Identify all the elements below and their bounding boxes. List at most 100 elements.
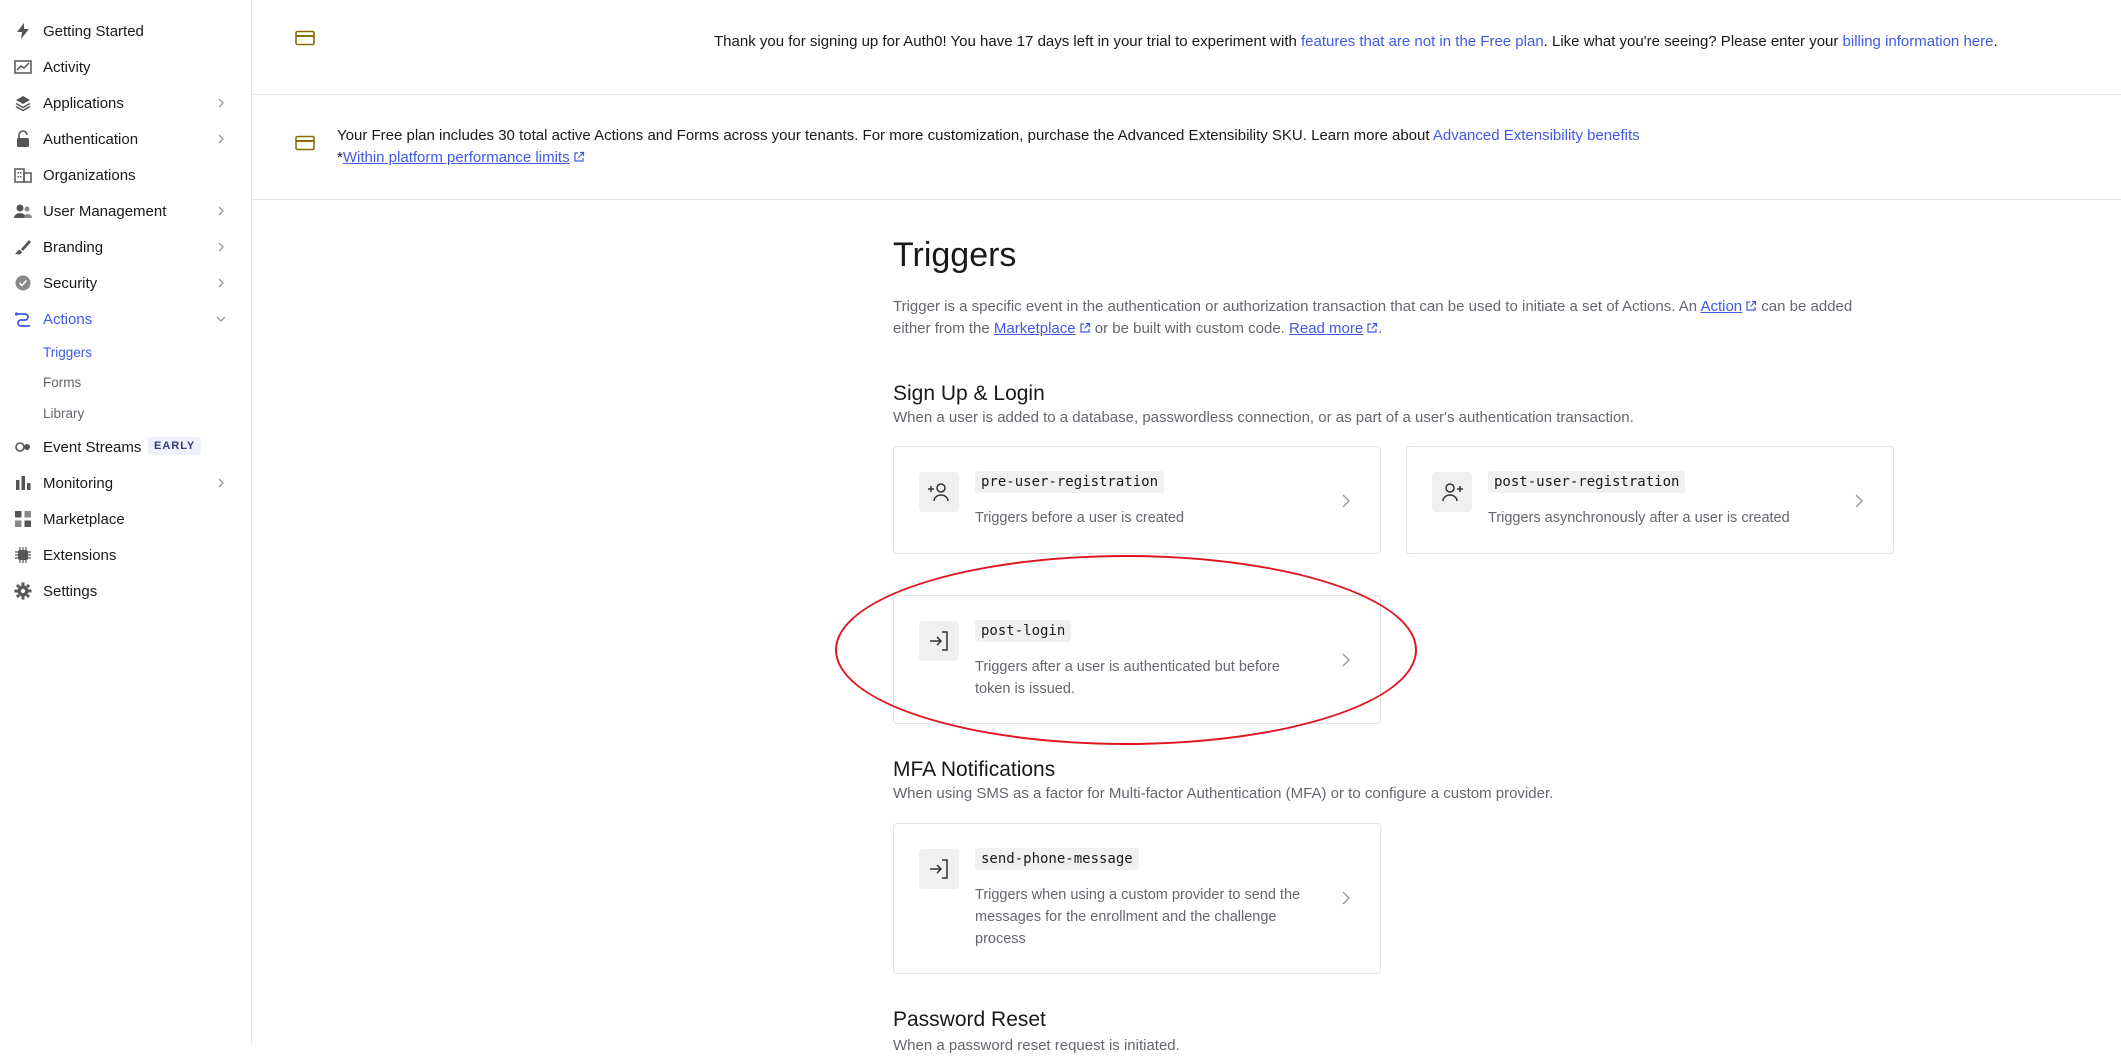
- trigger-card-post-login[interactable]: post-login Triggers after a user is auth…: [893, 595, 1381, 724]
- desc-text: can be added: [1757, 298, 1853, 315]
- page-description: Trigger is a specific event in the authe…: [893, 296, 1852, 340]
- layers-icon: [15, 96, 31, 112]
- login-icon: [919, 849, 959, 889]
- activity-chart-icon: [14, 60, 32, 74]
- desc-text: or be built with custom code.: [1090, 320, 1290, 337]
- trigger-name: pre-user-registration: [975, 471, 1165, 493]
- early-badge: EARLY: [148, 437, 202, 455]
- chevron-right-icon: [218, 98, 224, 108]
- sidebar: Getting Started Activity Applications Au…: [0, 0, 252, 1044]
- desc-text: either from the: [893, 320, 994, 337]
- trigger-description: Triggers asynchronously after a user is …: [1488, 510, 1790, 526]
- user-plus-icon: [1432, 472, 1472, 512]
- trial-banner-text: Thank you for signing up for Auth0! You …: [714, 33, 1998, 50]
- sidebar-item-label: User Management: [43, 202, 167, 220]
- chevron-down-icon: [216, 316, 226, 322]
- grid-plus-icon: [15, 511, 31, 527]
- sidebar-item-label: Branding: [43, 238, 104, 256]
- advanced-extensibility-link[interactable]: Advanced Extensibility benefits: [1433, 127, 1640, 144]
- sidebar-item-branding[interactable]: Branding: [0, 229, 252, 265]
- trigger-description: Triggers after a user is authenticated b…: [975, 659, 1280, 697]
- chevron-right-icon: [218, 206, 224, 216]
- sidebar-item-label: Marketplace: [43, 510, 125, 528]
- plan-banner-text: Your Free plan includes 30 total active …: [337, 127, 1640, 144]
- sidebar-subitem-triggers[interactable]: Triggers: [43, 345, 92, 360]
- sidebar-item-label: Extensions: [43, 546, 117, 564]
- building-icon: [14, 168, 32, 183]
- trigger-name: post-login: [975, 620, 1072, 642]
- action-link[interactable]: Action: [1700, 298, 1742, 315]
- gear-icon: [14, 582, 32, 600]
- actions-flow-icon: [14, 312, 30, 327]
- trigger-card-send-phone-message[interactable]: send-phone-message Triggers when using a…: [893, 823, 1381, 974]
- sidebar-item-label: Event Streams: [43, 438, 142, 456]
- sidebar-item-activity[interactable]: Activity: [0, 49, 252, 85]
- users-icon: [14, 204, 32, 218]
- platform-performance-limits-link[interactable]: Within platform performance limits: [343, 149, 570, 166]
- desc-text: Trigger is a specific event in the authe…: [893, 298, 1701, 315]
- sidebar-item-label: Applications: [43, 94, 124, 112]
- page-title: Triggers: [893, 236, 1017, 274]
- chevron-right-icon: [1855, 494, 1863, 508]
- external-link-icon: [1746, 300, 1757, 311]
- bar-chart-icon: [16, 476, 31, 490]
- sidebar-item-organizations[interactable]: Organizations: [0, 157, 252, 193]
- brush-icon: [15, 240, 31, 255]
- trial-banner: Thank you for signing up for Auth0! You …: [253, 0, 2121, 95]
- marketplace-link[interactable]: Marketplace: [994, 320, 1076, 337]
- chevron-right-icon: [218, 242, 224, 252]
- external-link-icon: [573, 151, 584, 162]
- chevron-right-icon: [1342, 891, 1350, 905]
- user-plus-icon: [919, 472, 959, 512]
- event-streams-icon: [15, 442, 30, 452]
- sidebar-item-monitoring[interactable]: Monitoring: [0, 465, 252, 501]
- billing-information-link[interactable]: billing information here: [1843, 33, 1994, 50]
- external-link-icon: [1367, 322, 1378, 333]
- plan-text: Your Free plan includes 30 total active …: [337, 127, 1433, 144]
- lock-icon: [17, 130, 29, 147]
- lightning-icon: [17, 23, 29, 39]
- chip-icon: [15, 547, 31, 563]
- sidebar-item-settings[interactable]: Settings: [0, 573, 252, 609]
- section-title-mfa-notifications: MFA Notifications: [893, 758, 1056, 781]
- sidebar-item-getting-started[interactable]: Getting Started: [0, 13, 252, 49]
- chevron-right-icon: [218, 278, 224, 288]
- login-icon: [919, 621, 959, 661]
- trial-text-3: .: [1993, 33, 1998, 50]
- trial-text-1: Thank you for signing up for Auth0! You …: [714, 33, 1302, 50]
- read-more-link[interactable]: Read more: [1289, 320, 1363, 337]
- sidebar-item-label: Settings: [43, 582, 98, 600]
- features-not-in-free-plan-link[interactable]: features that are not in the Free plan: [1301, 33, 1544, 50]
- sidebar-item-security[interactable]: Security: [0, 265, 252, 301]
- chevron-right-icon: [1342, 494, 1350, 508]
- trigger-description: Triggers when using a custom provider to…: [975, 887, 1301, 947]
- sidebar-item-label: Actions: [43, 310, 93, 328]
- section-title-password-reset: Password Reset: [893, 1008, 1046, 1031]
- sidebar-subitem-forms[interactable]: Forms: [43, 375, 81, 390]
- sidebar-item-label: Getting Started: [43, 22, 144, 40]
- external-link-icon: [1079, 322, 1090, 333]
- sidebar-item-label: Authentication: [43, 130, 139, 148]
- trigger-card-post-user-registration[interactable]: post-user-registration Triggers asynchro…: [1406, 446, 1894, 554]
- sidebar-item-applications[interactable]: Applications: [0, 85, 252, 121]
- chevron-right-icon: [218, 134, 224, 144]
- trigger-description: Triggers before a user is created: [975, 510, 1185, 526]
- trial-text-2: . Like what you're seeing? Please enter …: [1543, 33, 1843, 50]
- trigger-card-pre-user-registration[interactable]: pre-user-registration Triggers before a …: [893, 446, 1381, 554]
- shield-check-icon: [15, 275, 31, 291]
- sidebar-item-authentication[interactable]: Authentication: [0, 121, 252, 157]
- platform-limits-line: *Within platform performance limits: [337, 149, 585, 166]
- sidebar-item-label: Organizations: [43, 166, 136, 184]
- sidebar-item-event-streams[interactable]: Event Streams EARLY: [0, 429, 252, 465]
- trigger-name: post-user-registration: [1488, 471, 1686, 493]
- sidebar-item-label: Security: [43, 274, 98, 292]
- sidebar-item-actions[interactable]: Actions: [0, 301, 252, 337]
- chevron-right-icon: [218, 478, 224, 488]
- sidebar-item-extensions[interactable]: Extensions: [0, 537, 252, 573]
- sidebar-item-user-management[interactable]: User Management: [0, 193, 252, 229]
- chevron-right-icon: [1342, 653, 1350, 667]
- section-title-signup-login: Sign Up & Login: [893, 382, 1045, 405]
- sidebar-subitem-library[interactable]: Library: [43, 406, 84, 421]
- sidebar-item-marketplace[interactable]: Marketplace: [0, 501, 252, 537]
- trigger-name: send-phone-message: [975, 848, 1139, 870]
